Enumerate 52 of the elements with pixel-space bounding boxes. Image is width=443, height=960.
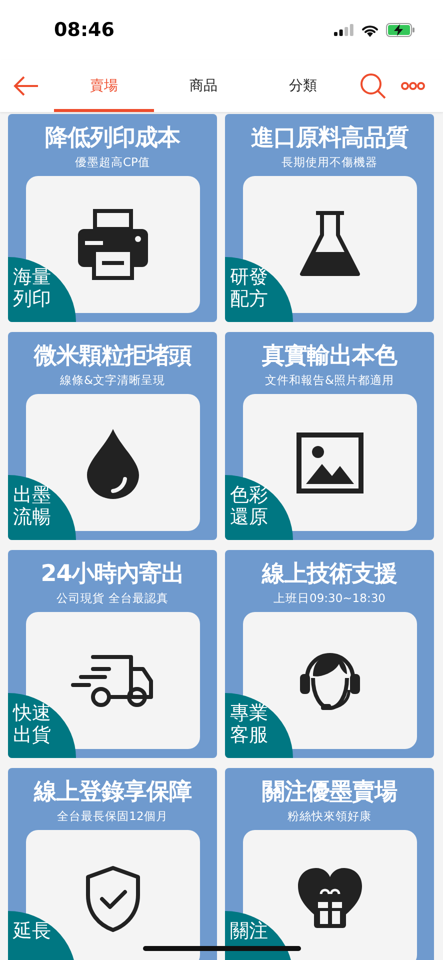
badge-text: 出墨 [13,484,52,506]
feature-card[interactable]: 線上登錄享保障 全台最長保固12個月 延長 [8,768,217,960]
signal-icon [334,24,354,36]
card-subtitle: 上班日09:30~18:30 [274,591,386,606]
card-title: 進口原料高品質 [250,124,408,153]
card-subtitle: 文件和報告&照片都適用 [265,373,394,388]
badge-text: 快速 [13,702,52,724]
badge-text: 還原 [230,506,269,528]
feature-card[interactable]: 真實輸出本色 文件和報告&照片都適用 色彩 還原 [225,332,434,540]
card-subtitle: 優墨超高CP值 [75,155,150,170]
card-title: 降低列印成本 [45,124,180,153]
card-title: 關注優墨賣場 [262,778,397,807]
card-title: 線上技術支援 [262,560,397,589]
badge-text: 延長 [13,920,52,942]
card-subtitle: 公司現貨 全台最認真 [56,591,168,606]
more-icon [401,82,425,90]
badge-text: 研發 [230,266,269,288]
card-title: 微米顆粒拒堵頭 [34,342,192,371]
search-icon [360,73,386,99]
card-subtitle: 粉絲快來領好康 [288,809,372,824]
badge-text: 專業 [230,702,269,724]
drop-icon [84,426,140,498]
feature-card[interactable]: 微米顆粒拒堵頭 線條&文字清晰呈現 出墨 流暢 [8,332,217,540]
battery-charging-icon [386,23,415,37]
badge-text: 關注 [230,920,269,942]
card-subtitle: 全台最長保固12個月 [57,809,168,824]
image-icon [296,432,364,494]
badge-text: 色彩 [230,484,269,506]
feature-card[interactable]: 關注優墨賣場 粉絲快來領好康 關注 [225,768,434,960]
badge-text: 客服 [230,724,269,746]
badge-text: 列印 [13,288,52,310]
card-title: 24小時內寄出 [40,560,184,589]
wifi-icon [361,24,379,36]
card-subtitle: 長期使用不傷機器 [282,155,378,170]
card-title: 線上登錄享保障 [34,778,192,807]
feature-card[interactable]: 進口原料高品質 長期使用不傷機器 研發 配方 [225,114,434,322]
back-arrow-icon [13,76,39,96]
badge-text: 海量 [13,266,52,288]
feature-card[interactable]: 降低列印成本 優墨超高CP值 海量 列印 [8,114,217,322]
nav-tab[interactable]: 分類 [253,60,354,112]
card-title: 真實輸出本色 [262,342,397,371]
card-subtitle: 線條&文字清晰呈現 [60,373,165,388]
printer-icon [76,208,150,282]
feature-card[interactable]: 線上技術支援 上班日09:30~18:30 專業 客服 [225,550,434,758]
truck-icon [70,652,154,708]
status-time: 08:46 [54,19,114,41]
badge-text: 配方 [230,288,269,310]
badge-text: 出貨 [13,724,52,746]
badge-text: 流暢 [13,506,52,528]
feature-card[interactable]: 24小時內寄出 公司現貨 全台最認真 快速 出貨 [8,550,217,758]
shield-icon [84,864,142,932]
nav-tab[interactable]: 商品 [154,60,254,112]
